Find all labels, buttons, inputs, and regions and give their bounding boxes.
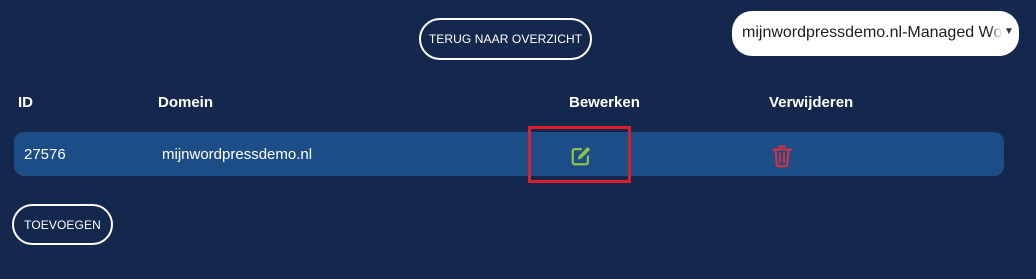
table-row: 27576 mijnwordpressdemo.nl [14, 132, 1004, 176]
column-header-id: ID [18, 94, 33, 111]
select-caret: ▼ [989, 11, 1019, 56]
column-header-delete: Verwijderen [769, 94, 854, 111]
domain-select-value: mijnwordpressdemo.nl-Managed Wordpress [742, 24, 1019, 41]
add-button[interactable]: TOEVOEGEN [12, 204, 113, 245]
chevron-down-icon: ▼ [1004, 26, 1014, 37]
back-to-overview-button[interactable]: TERUG NAAR OVERZICHT [419, 18, 592, 60]
column-header-domain: Domein [158, 94, 214, 111]
row-id-cell: 27576 [24, 146, 66, 163]
row-domain-cell: mijnwordpressdemo.nl [162, 146, 313, 163]
column-header-edit: Bewerken [569, 94, 640, 111]
domain-select[interactable]: mijnwordpressdemo.nl-Managed Wordpress ▼ [732, 11, 1019, 56]
trash-icon[interactable] [771, 144, 793, 168]
edit-icon[interactable] [570, 145, 592, 167]
